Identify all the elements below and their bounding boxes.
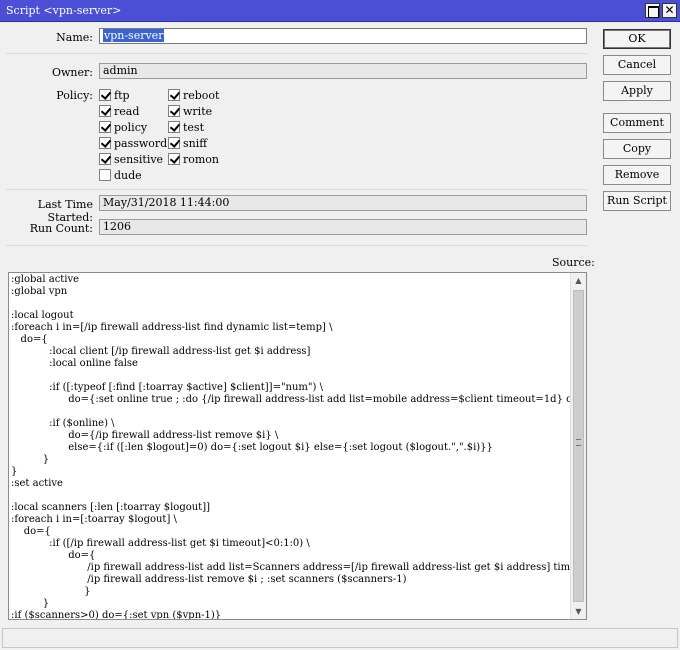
name-input[interactable]: vpn-server <box>99 28 587 44</box>
last-started-label: Last Time Started: <box>37 198 93 224</box>
name-label: Name: <box>56 31 93 44</box>
apply-button[interactable]: Apply <box>603 81 671 101</box>
checkbox-checked-icon <box>168 105 180 117</box>
status-bar <box>2 628 678 648</box>
checkbox-checked-icon <box>99 153 111 165</box>
run-count-field: 1206 <box>99 219 587 235</box>
separator <box>6 53 588 54</box>
last-started-field: May/31/2018 11:44:00 <box>99 195 587 211</box>
window-titlebar[interactable]: Script <vpn-server> ✕ <box>0 0 680 22</box>
checkbox-unchecked-icon <box>99 169 111 181</box>
separator <box>6 189 588 190</box>
policy-label: Policy: <box>56 89 93 102</box>
owner-field: admin <box>99 63 587 79</box>
run-script-button[interactable]: Run Script <box>603 191 671 211</box>
cancel-button[interactable]: Cancel <box>603 55 671 75</box>
checkbox-checked-icon <box>168 89 180 101</box>
checkbox-checked-icon <box>168 153 180 165</box>
window-title: Script <vpn-server> <box>6 4 122 17</box>
run-count-label: Run Count: <box>29 222 93 235</box>
vertical-scrollbar[interactable]: ▲ ▼ <box>570 273 586 619</box>
remove-button[interactable]: Remove <box>603 165 671 185</box>
copy-button[interactable]: Copy <box>603 139 671 159</box>
source-code: :global active :global vpn :local logout… <box>11 274 586 620</box>
separator <box>6 245 588 246</box>
owner-label: Owner: <box>52 66 93 79</box>
comment-button[interactable]: Comment <box>603 113 671 133</box>
source-label: Source: <box>552 256 595 269</box>
ok-button[interactable]: OK <box>603 29 671 49</box>
checkbox-checked-icon <box>168 121 180 133</box>
checkbox-checked-icon <box>99 137 111 149</box>
scroll-thumb[interactable] <box>573 290 584 602</box>
checkbox-checked-icon <box>99 89 111 101</box>
source-editor[interactable]: :global active :global vpn :local logout… <box>8 272 587 620</box>
checkbox-checked-icon <box>99 105 111 117</box>
maximize-icon[interactable] <box>645 3 660 18</box>
close-icon[interactable]: ✕ <box>662 3 677 18</box>
checkbox-checked-icon <box>99 121 111 133</box>
name-value: vpn-server <box>103 29 165 42</box>
checkbox-checked-icon <box>168 137 180 149</box>
scroll-down-arrow-icon[interactable]: ▼ <box>571 604 586 619</box>
scroll-up-arrow-icon[interactable]: ▲ <box>571 273 586 288</box>
